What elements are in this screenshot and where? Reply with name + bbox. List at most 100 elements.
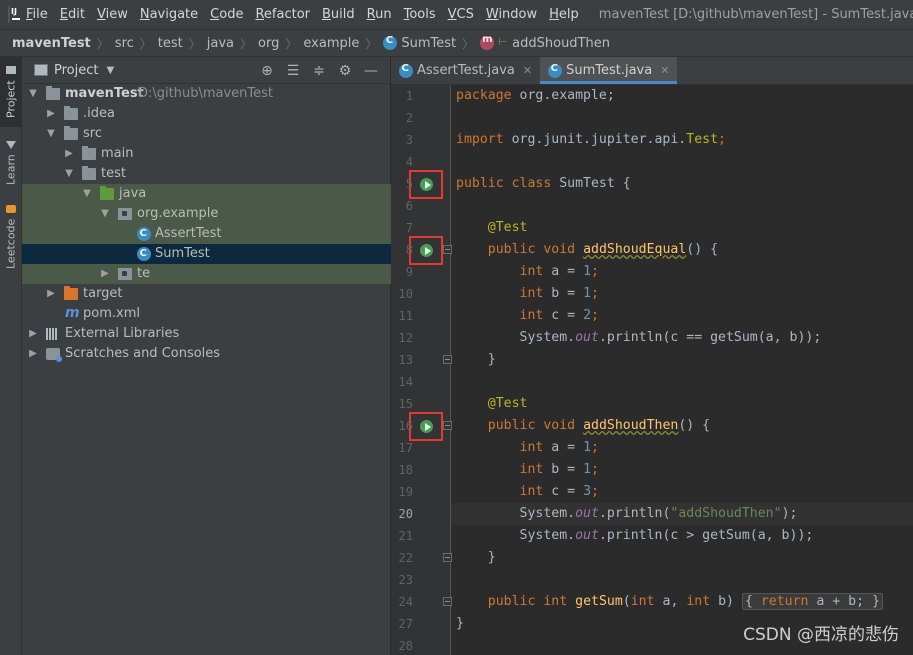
close-icon[interactable]: ✕ — [660, 64, 669, 77]
tool-tab-leetcode[interactable]: Leetcode — [0, 199, 22, 275]
keyword: public — [487, 594, 536, 609]
run-test-gutter-button[interactable] — [409, 412, 443, 441]
menu-vcs[interactable]: VCS — [442, 0, 480, 29]
run-test-gutter-button[interactable] — [409, 236, 443, 265]
menu-window[interactable]: Window — [480, 0, 543, 29]
menu-view[interactable]: View — [91, 0, 134, 29]
dropdown-caret-icon[interactable]: ▼ — [106, 65, 114, 76]
menu-edit[interactable]: Edit — [54, 0, 91, 29]
tree-item-target[interactable]: ▶ target — [22, 284, 391, 304]
tree-item-te[interactable]: ▶ te — [22, 264, 391, 284]
module-folder-icon — [46, 86, 60, 100]
collapsed-arrow-icon[interactable]: ▶ — [100, 264, 110, 284]
project-panel: Project ▼ ⊕ ☰ ≑ ⚙ — ▼ mavenTest D:\githu… — [22, 57, 391, 655]
tab-sum-test[interactable]: SumTest.java ✕ — [540, 57, 678, 84]
run-test-gutter-button[interactable] — [409, 170, 443, 199]
code-area[interactable]: package org.example; import org.junit.ju… — [451, 85, 913, 655]
method-name: getSum — [575, 594, 623, 609]
project-panel-header: Project ▼ ⊕ ☰ ≑ ⚙ — — [22, 57, 390, 84]
static-field: out — [575, 528, 599, 543]
collapsed-arrow-icon[interactable]: ▶ — [64, 144, 74, 164]
keyword: int — [519, 484, 544, 499]
locate-icon[interactable]: ⊕ — [254, 63, 280, 79]
folded-body[interactable]: { return a + b; } — [741, 593, 883, 610]
code-line: int c = 2; — [451, 305, 913, 327]
keyword: void — [543, 418, 576, 433]
menu-code[interactable]: Code — [204, 0, 249, 29]
line-number: 6 — [405, 199, 413, 213]
tool-tab-project[interactable]: Project — [0, 57, 22, 127]
collapsed-arrow-icon[interactable]: ▶ — [46, 104, 56, 124]
collapsed-arrow-icon[interactable]: ▶ — [28, 324, 38, 344]
expand-all-icon[interactable]: ☰ — [280, 63, 306, 79]
tree-item-sum-test[interactable]: SumTest — [22, 244, 391, 264]
expanded-arrow-icon[interactable]: ▼ — [100, 204, 110, 224]
editor-gutter[interactable]: 1 2 3 4 5 6 7 8 9 10 11 12 13 14 15 16 17 18 19 20 21 22 23 24 2… — [391, 85, 452, 655]
tree-item-assert-test[interactable]: AssertTest — [22, 224, 391, 244]
breadcrumb-test[interactable]: test — [158, 36, 183, 51]
breadcrumb-org[interactable]: org — [258, 36, 279, 51]
code-line: package org.example; — [451, 85, 913, 107]
breadcrumb-class[interactable]: SumTest — [401, 36, 456, 51]
line-number: 5 — [405, 177, 413, 191]
menu-file[interactable]: File — [20, 0, 54, 29]
gear-icon[interactable]: ⚙ — [332, 63, 358, 79]
expanded-arrow-icon[interactable]: ▼ — [28, 84, 38, 104]
menu-tools[interactable]: Tools — [398, 0, 442, 29]
menu-build[interactable]: Build — [316, 0, 361, 29]
tree-item-external-libraries[interactable]: ▶ External Libraries — [22, 324, 391, 344]
collapse-all-icon[interactable]: ≑ — [306, 63, 332, 79]
keyword: void — [543, 242, 576, 257]
breadcrumb-src[interactable]: src — [115, 36, 134, 51]
tree-item-org-example[interactable]: ▼ org.example — [22, 204, 391, 224]
line-number: 23 — [398, 573, 413, 587]
chevron-right-icon: 〉 — [139, 36, 152, 51]
package-name: org.example; — [511, 88, 615, 103]
tree-item-label: test — [101, 166, 126, 181]
tree-item-scratches[interactable]: ▶ Scratches and Consoles — [22, 344, 391, 364]
expanded-arrow-icon[interactable]: ▼ — [46, 124, 56, 144]
project-panel-title[interactable]: Project — [54, 63, 98, 78]
left-tool-strip: Project Learn Leetcode — [0, 57, 22, 655]
breadcrumb-example[interactable]: example — [303, 36, 359, 51]
collapsed-arrow-icon[interactable]: ▶ — [46, 284, 56, 304]
collapsed-arrow-icon[interactable]: ▶ — [28, 344, 38, 364]
close-icon[interactable]: ✕ — [523, 64, 532, 77]
menu-bar: File Edit View Navigate Code Refactor Bu… — [0, 0, 913, 29]
expanded-arrow-icon[interactable]: ▼ — [82, 184, 92, 204]
tree-item-java[interactable]: ▼ java — [22, 184, 391, 204]
excluded-folder-icon — [64, 286, 78, 300]
tree-item-pom[interactable]: m pom.xml — [22, 304, 391, 324]
tree-item-src[interactable]: ▼ src — [22, 124, 391, 144]
editor-tabs: AssertTest.java ✕ SumTest.java ✕ — [391, 57, 913, 85]
line-number: 27 — [398, 617, 413, 631]
keyword: int — [519, 264, 544, 279]
breadcrumb-project[interactable]: mavenTest — [12, 36, 91, 51]
tree-item-root[interactable]: ▼ mavenTest D:\github\mavenTest — [22, 84, 391, 104]
method-call: .println( — [598, 506, 671, 521]
expanded-arrow-icon[interactable]: ▼ — [64, 164, 74, 184]
class-icon — [383, 35, 398, 50]
tree-item-test[interactable]: ▼ test — [22, 164, 391, 184]
menu-navigate[interactable]: Navigate — [134, 0, 204, 29]
test-sources-folder-icon — [100, 186, 114, 200]
tool-tab-learn[interactable]: Learn — [0, 133, 22, 193]
semicolon: ; — [591, 440, 599, 455]
minimize-icon[interactable]: — — [358, 63, 384, 79]
semicolon: ; — [591, 264, 599, 279]
tree-item-idea[interactable]: ▶ .idea — [22, 104, 391, 124]
code-line: public void addShoudEqual() { — [451, 239, 913, 261]
line-number: 28 — [398, 639, 413, 653]
menu-run[interactable]: Run — [361, 0, 398, 29]
menu-refactor[interactable]: Refactor — [249, 0, 316, 29]
intellij-logo-icon[interactable] — [8, 6, 20, 23]
line-number: 18 — [398, 463, 413, 477]
tree-item-main[interactable]: ▶ main — [22, 144, 391, 164]
tab-assert-test[interactable]: AssertTest.java ✕ — [391, 57, 540, 84]
breadcrumb-java[interactable]: java — [207, 36, 234, 51]
tab-label: SumTest.java — [566, 63, 653, 78]
code-line: } — [451, 349, 913, 371]
run-icon — [419, 244, 433, 257]
breadcrumb-method[interactable]: addShoudThen — [512, 36, 610, 51]
menu-help[interactable]: Help — [543, 0, 585, 29]
